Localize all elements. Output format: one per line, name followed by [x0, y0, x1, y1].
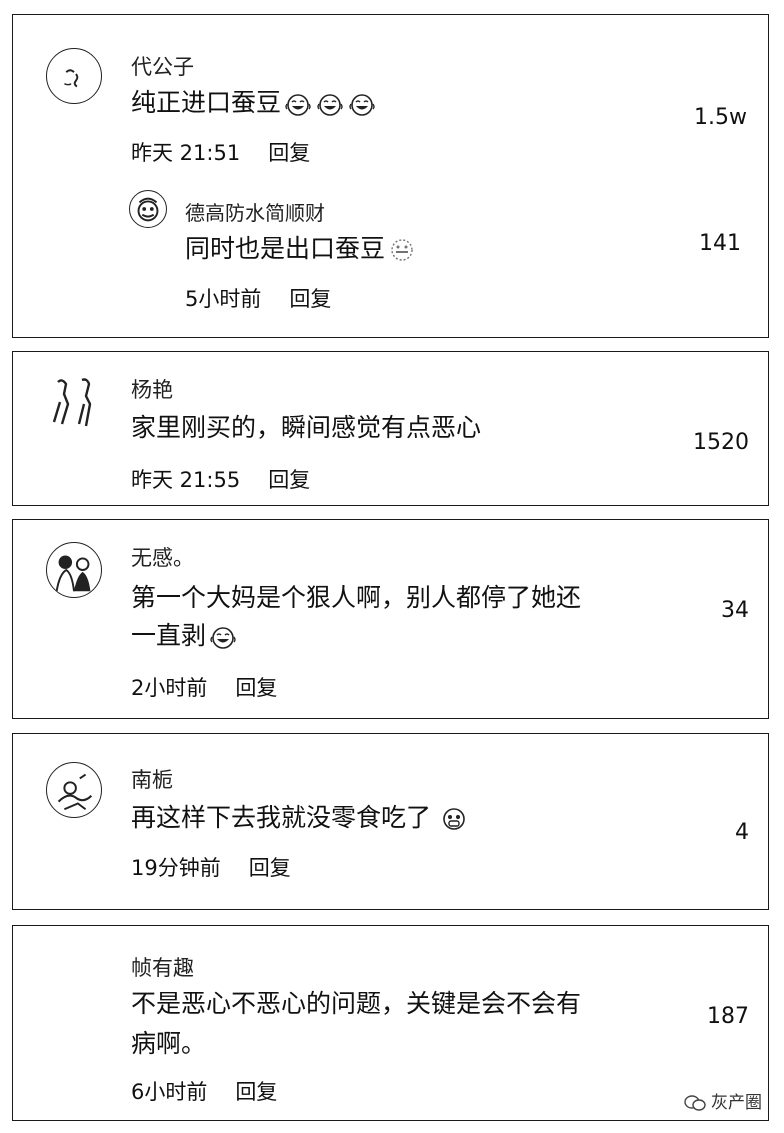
comment-text-content: 一直剥	[131, 621, 207, 650]
avatar-doodle-icon	[64, 69, 79, 88]
comment-time: 昨天 21:51	[131, 141, 241, 165]
avatar[interactable]	[46, 374, 102, 430]
reply-like-count[interactable]: 141	[621, 231, 741, 256]
comment-text-content: 再这样下去我就没零食吃了	[131, 803, 432, 832]
comment-text-content: 纯正进口蚕豆	[131, 88, 282, 117]
avatar-sketch-icon	[57, 773, 93, 811]
avatar-figures-icon	[52, 378, 92, 427]
comment-meta: 2小时前 回复	[131, 672, 277, 702]
comment-card-3: 无感。 第一个大妈是个狠人啊，别人都停了她还 一直剥 34 2小时前 回复	[12, 519, 769, 719]
reply-text-content: 同时也是出口蚕豆	[185, 234, 386, 263]
laughing-tears-emoji-icon	[347, 91, 377, 117]
grin-emoji-icon	[439, 806, 469, 832]
comment-meta: 昨天 21:55 回复	[131, 464, 310, 494]
comment-time: 6小时前	[131, 1080, 208, 1104]
comment-meta: 19分钟前 回复	[131, 852, 291, 882]
comment-meta: 昨天 21:51 回复	[131, 137, 310, 167]
comment-username[interactable]: 帧有趣	[131, 952, 194, 982]
laughing-tears-emoji-icon	[283, 91, 313, 117]
comment-card-4: 南栀 再这样下去我就没零食吃了 4 19分钟前 回复	[12, 733, 769, 910]
reply-avatar[interactable]	[129, 190, 167, 228]
comment-username[interactable]: 南栀	[131, 764, 173, 794]
watermark-text: 灰产圈	[711, 1093, 762, 1113]
comment-card-5: 帧有趣 不是恶心不恶心的问题，关键是会不会有 病啊。 187 6小时前 回复	[12, 925, 769, 1121]
comment-card-2: 杨艳 家里刚买的，瞬间感觉有点恶心 1520 昨天 21:55 回复	[12, 351, 769, 506]
like-count[interactable]: 1520	[629, 430, 749, 455]
watermark: 灰产圈	[683, 1088, 762, 1113]
reply-time: 5小时前	[185, 287, 262, 311]
grin-emoji-icon	[387, 237, 417, 263]
reply-button[interactable]: 回复	[289, 287, 331, 311]
like-count[interactable]: 1.5w	[627, 105, 747, 130]
avatar[interactable]	[46, 48, 102, 104]
comment-text: 家里刚买的，瞬间感觉有点恶心	[131, 413, 482, 442]
avatar-cartoon-icon	[137, 197, 159, 222]
laughing-tears-emoji-icon	[315, 91, 345, 117]
comment-text-line-1: 第一个大妈是个狠人啊，别人都停了她还	[131, 583, 582, 612]
comment-text-line-1: 不是恶心不恶心的问题，关键是会不会有	[131, 989, 582, 1018]
reply-text: 同时也是出口蚕豆	[185, 229, 417, 269]
avatar[interactable]	[46, 762, 102, 818]
laughing-tears-emoji-icon	[208, 624, 238, 650]
comment-username[interactable]: 无感。	[131, 542, 194, 572]
like-count[interactable]: 4	[629, 820, 749, 845]
comment-text-line-2: 一直剥	[131, 616, 238, 656]
comment-username[interactable]: 代公子	[131, 51, 194, 81]
reply-button[interactable]: 回复	[249, 856, 291, 880]
comment-time: 19分钟前	[131, 856, 221, 880]
like-count[interactable]: 187	[629, 1004, 749, 1029]
comment-text: 再这样下去我就没零食吃了	[131, 798, 469, 838]
avatar-couple-icon	[55, 555, 91, 592]
comment-text: 纯正进口蚕豆	[131, 83, 377, 123]
reply-button[interactable]: 回复	[235, 676, 277, 700]
comment-time: 2小时前	[131, 676, 208, 700]
reply-button[interactable]: 回复	[268, 468, 310, 492]
comment-text-line-2: 病啊。	[131, 1029, 207, 1058]
reply-username[interactable]: 德高防水简顺财	[185, 197, 325, 226]
wechat-icon	[683, 1094, 707, 1112]
comment-time: 昨天 21:55	[131, 468, 241, 492]
comment-username[interactable]: 杨艳	[131, 374, 173, 404]
comment-card-1: 代公子 纯正进口蚕豆 1.5w 昨天 21:51 回复 德高防水简顺财 同时也是出…	[12, 14, 769, 338]
reply-button[interactable]: 回复	[235, 1080, 277, 1104]
reply-meta: 5小时前 回复	[185, 283, 331, 313]
reply-button[interactable]: 回复	[268, 141, 310, 165]
avatar[interactable]	[46, 542, 102, 598]
comment-meta: 6小时前 回复	[131, 1076, 277, 1106]
like-count[interactable]: 34	[629, 598, 749, 623]
